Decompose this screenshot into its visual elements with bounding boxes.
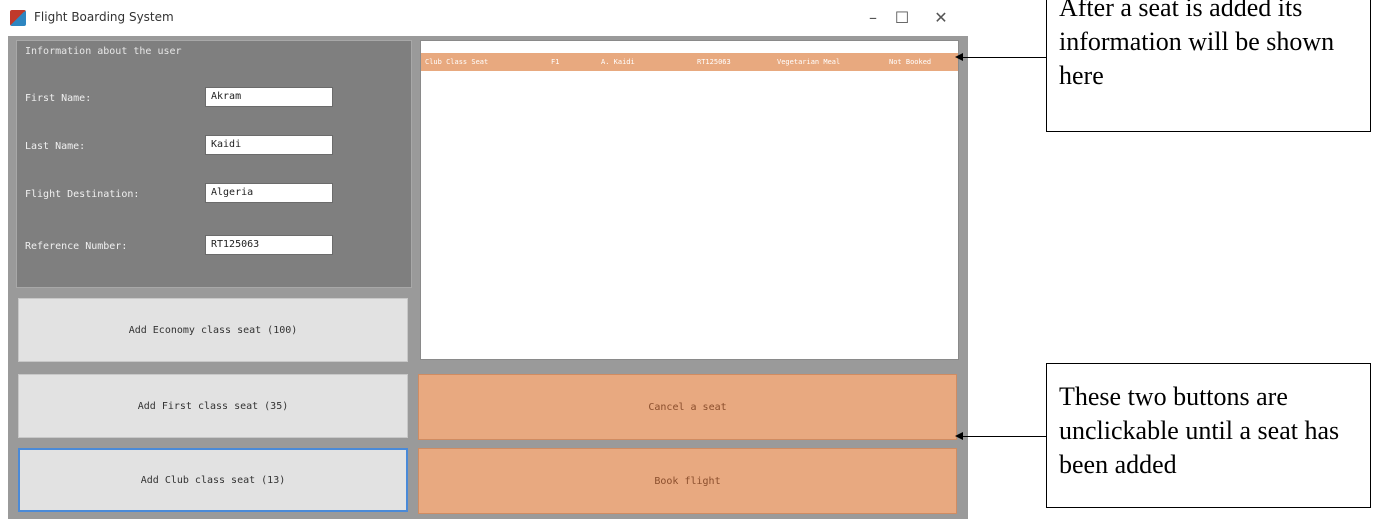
destination-label: Flight Destination: bbox=[25, 189, 140, 200]
title-bar: Flight Boarding System – ☐ ✕ bbox=[0, 0, 968, 36]
cancel-seat-button[interactable]: Cancel a seat bbox=[418, 374, 957, 440]
seat-number-cell: F1 bbox=[551, 58, 560, 66]
callout-arrow-line bbox=[963, 57, 1046, 58]
add-economy-seat-button[interactable]: Add Economy class seat (100) bbox=[18, 298, 408, 362]
last-name-label: Last Name: bbox=[25, 141, 86, 152]
arrow-icon bbox=[955, 53, 963, 61]
add-first-class-seat-button[interactable]: Add First class seat (35) bbox=[18, 374, 408, 438]
arrow-icon bbox=[955, 432, 963, 440]
form-client-area: Information about the user First Name: A… bbox=[8, 36, 968, 519]
window-title: Flight Boarding System bbox=[34, 10, 174, 24]
callout-arrow-line bbox=[963, 436, 1046, 437]
status-cell: Not Booked bbox=[889, 58, 932, 66]
group-title: Information about the user bbox=[25, 46, 182, 57]
first-name-input[interactable]: Akram bbox=[205, 87, 333, 107]
destination-input[interactable]: Algeria bbox=[205, 183, 333, 203]
buttons-callout: These two buttons are unclickable until … bbox=[1046, 363, 1371, 508]
seat-list-callout: After a seat is added its information wi… bbox=[1046, 0, 1371, 132]
close-icon[interactable]: ✕ bbox=[926, 6, 956, 30]
seat-list[interactable]: Club Class Seat F1 A. Kaidi RT125063 Veg… bbox=[420, 40, 959, 360]
reference-cell: RT125063 bbox=[697, 58, 731, 66]
book-flight-button[interactable]: Book flight bbox=[418, 448, 957, 514]
first-name-label: First Name: bbox=[25, 93, 92, 104]
list-item[interactable]: Club Class Seat F1 A. Kaidi RT125063 Veg… bbox=[421, 53, 958, 71]
seat-class-cell: Club Class Seat bbox=[425, 58, 489, 66]
maximize-icon[interactable]: ☐ bbox=[887, 6, 917, 30]
passenger-name-cell: A. Kaidi bbox=[601, 58, 635, 66]
last-name-input[interactable]: Kaidi bbox=[205, 135, 333, 155]
minimize-icon[interactable]: – bbox=[858, 6, 888, 30]
app-icon bbox=[10, 10, 26, 26]
add-club-seat-button[interactable]: Add Club class seat (13) bbox=[18, 448, 408, 512]
flight-boarding-window: Flight Boarding System – ☐ ✕ Information… bbox=[0, 0, 968, 519]
reference-number-input[interactable]: RT125063 bbox=[205, 235, 333, 255]
user-info-group: Information about the user First Name: A… bbox=[16, 40, 412, 288]
meal-cell: Vegetarian Meal bbox=[777, 58, 841, 66]
reference-number-label: Reference Number: bbox=[25, 241, 128, 252]
